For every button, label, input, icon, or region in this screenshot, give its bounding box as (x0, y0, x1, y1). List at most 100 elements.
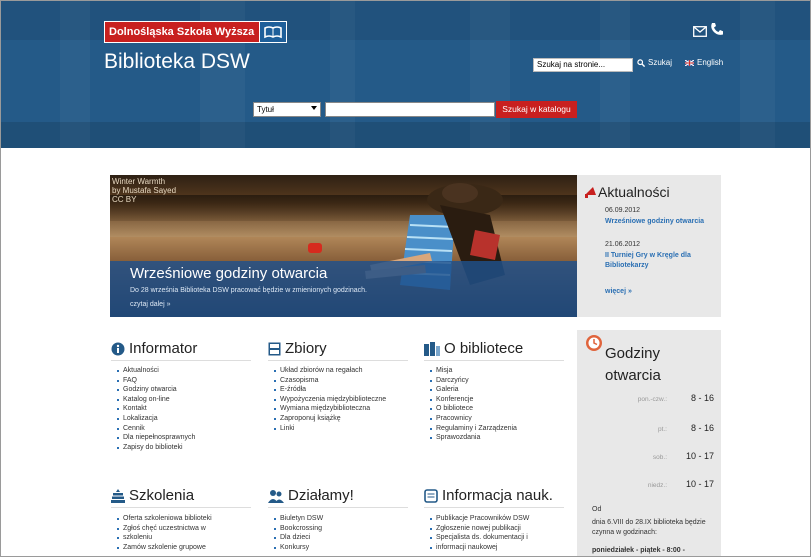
news-title: Aktualności (598, 184, 670, 200)
list-item[interactable]: Konkursy (272, 543, 323, 553)
list-item[interactable]: Bookcrossing (272, 524, 323, 534)
book-logo-icon (259, 22, 287, 42)
section-informacja[interactable]: Informacja nauk. (424, 487, 553, 504)
people-icon (268, 489, 284, 503)
list-item[interactable]: Wypożyczenia międzybiblioteczne (272, 395, 386, 405)
list-item[interactable]: Układ zbiorów na regałach (272, 366, 386, 376)
dzialamy-list: Biuletyn DSW Bookcrossing Dla dzieci Kon… (272, 514, 323, 552)
banner-title[interactable]: Wrześniowe godziny otwarcia (130, 265, 327, 282)
document-icon (424, 488, 438, 503)
catalog-field-select[interactable]: Tytuł (253, 102, 321, 117)
section-title: O bibliotece (444, 340, 524, 357)
list-item[interactable]: Linki (272, 424, 386, 434)
list-item[interactable]: O bibliotece (428, 404, 517, 414)
section-title: Informacja nauk. (442, 487, 553, 504)
list-item[interactable]: szkoleniu (115, 533, 212, 543)
hours-day: pt.: (657, 426, 667, 433)
list-item[interactable]: Godziny otwarcia (115, 385, 195, 395)
list-item[interactable]: Dla niepełnosprawnych (115, 433, 195, 443)
site-title[interactable]: Biblioteka DSW (104, 50, 250, 74)
list-item[interactable]: Czasopisma (272, 376, 386, 386)
section-dzialamy[interactable]: Działamy! (268, 487, 354, 504)
list-item[interactable]: Wymiana międzybiblioteczna (272, 404, 386, 414)
uk-flag-icon (685, 59, 694, 66)
mail-icon[interactable] (693, 24, 707, 42)
catalog-search-button[interactable]: Szukaj w katalogu (496, 101, 577, 118)
news-panel: Aktualności 06.09.2012 Wrześniowe godzin… (577, 175, 721, 317)
list-item[interactable]: Lokalizacja (115, 414, 195, 424)
list-item[interactable]: Zgłoszenie nowej publikacji (428, 524, 529, 534)
site-search-button[interactable]: Szukaj (637, 58, 672, 67)
english-label: English (697, 58, 724, 67)
hours-note: dnia 6.VIII do 28.IX biblioteka będzie c… (592, 519, 706, 536)
news-more-link[interactable]: więcej » (605, 287, 632, 297)
list-item[interactable]: FAQ (115, 376, 195, 386)
hours-value: 10 - 17 (685, 451, 714, 461)
list-item[interactable]: Publikacje Pracowników DSW (428, 514, 529, 524)
section-title: Informator (129, 340, 198, 357)
informacja-list: Publikacje Pracowników DSW Zgłoszenie no… (428, 514, 529, 552)
site-search-input[interactable]: Szukaj na stronie... (533, 58, 633, 72)
dropdown-arrow-icon (311, 106, 317, 110)
list-item[interactable]: Dla dzieci (272, 533, 323, 543)
zbiory-list: Układ zbiorów na regałach Czasopisma E-ź… (272, 366, 386, 433)
hours-value: 10 - 17 (685, 479, 714, 489)
news-link[interactable]: Wrześniowe godziny otwarcia (605, 217, 715, 227)
list-item[interactable]: Cennik (115, 424, 195, 434)
list-item[interactable]: Oferta szkoleniowa biblioteki (115, 514, 212, 524)
photo-credit: Winter Warmth by Mustafa Sayed CC BY (112, 177, 177, 204)
section-informator[interactable]: Informator (111, 340, 197, 357)
banner-text: Do 28 września Biblioteka DSW pracować b… (130, 287, 367, 294)
list-item[interactable]: Zapisy do biblioteki (115, 443, 195, 453)
opening-hours-panel: Godziny otwarcia pon.-czw.: 8 - 16 pt.: … (577, 330, 721, 557)
informator-list: Aktualności FAQ Godziny otwarcia Katalog… (115, 366, 195, 452)
news-date: 21.06.2012 (605, 241, 641, 248)
section-szkolenia[interactable]: Szkolenia (111, 487, 194, 504)
list-item[interactable]: Zgłoś chęć uczestnictwa w (115, 524, 212, 534)
list-item[interactable]: Misja (428, 366, 517, 376)
list-item[interactable]: Specjalista ds. dokumentacji i (428, 533, 529, 543)
clock-icon (585, 334, 603, 357)
hours-day: niedz.: (647, 482, 667, 489)
hours-value: 8 - 16 (690, 393, 714, 403)
o-bibliotece-list: Misja Darczyńcy Galeria Konferencje O bi… (428, 366, 517, 443)
site-header: Dolnośląska Szkoła Wyższa Biblioteka DSW… (0, 0, 811, 148)
list-item[interactable]: Kontakt (115, 404, 195, 414)
english-language-link[interactable]: English (685, 58, 723, 67)
banner-read-more-link[interactable]: czytaj dalej » (130, 301, 170, 308)
books-icon (424, 341, 440, 356)
list-item[interactable]: Katalog on-line (115, 395, 195, 405)
hours-title: Godziny (605, 345, 661, 362)
hours-note-from: Od (592, 506, 602, 513)
featured-banner[interactable]: Winter Warmth by Mustafa Sayed CC BY Wrz… (110, 175, 577, 317)
magnifier-icon (637, 58, 645, 67)
list-item[interactable]: Aktualności (115, 366, 195, 376)
hours-note-weekday: poniedziałek - piątek - 8:00 - (592, 547, 685, 554)
hours-title: otwarcia (605, 367, 661, 384)
list-item[interactable]: Regulaminy i Zarządzenia (428, 424, 517, 434)
school-name: Dolnośląska Szkoła Wyższa (109, 26, 255, 38)
list-item[interactable]: Konferencje (428, 395, 517, 405)
section-zbiory[interactable]: Zbiory (268, 340, 327, 357)
section-title: Zbiory (285, 340, 327, 357)
list-item[interactable]: Biuletyn DSW (272, 514, 323, 524)
list-item[interactable]: Zaproponuj książkę (272, 414, 386, 424)
list-item[interactable]: Galeria (428, 385, 517, 395)
catalog-search-input[interactable] (325, 102, 495, 117)
list-item[interactable]: Sprawozdania (428, 433, 517, 443)
news-link[interactable]: II Turniej Gry w Kręgle dla Bibliotekarz… (605, 251, 715, 271)
list-item[interactable]: Darczyńcy (428, 376, 517, 386)
section-o-bibliotece[interactable]: O bibliotece (424, 340, 523, 357)
list-item[interactable]: Zamów szkolenie grupowe (115, 543, 212, 553)
szkolenia-list: Oferta szkoleniowa biblioteki Zgłoś chęć… (115, 514, 212, 552)
phone-icon[interactable] (710, 22, 723, 41)
section-title: Szkolenia (129, 487, 195, 504)
list-item[interactable]: E-źródła (272, 385, 386, 395)
cabinet-icon (268, 342, 281, 355)
site-search-label: Szukaj (648, 58, 673, 67)
list-item[interactable]: Pracownicy (428, 414, 517, 424)
list-item[interactable]: informacji naukowej (428, 543, 529, 553)
megaphone-icon (584, 185, 598, 204)
graduation-stack-icon (111, 488, 125, 503)
school-logo[interactable]: Dolnośląska Szkoła Wyższa (104, 21, 288, 43)
